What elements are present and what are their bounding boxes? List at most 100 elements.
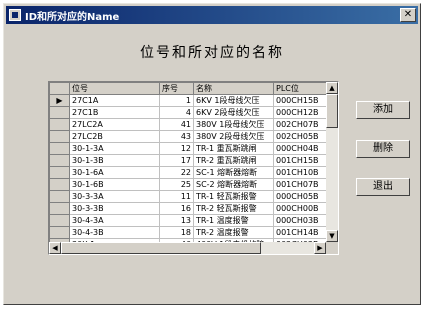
scroll-up-button[interactable]: ▲ <box>326 82 338 94</box>
horizontal-scroll-thumb[interactable] <box>61 242 261 254</box>
cell-name[interactable]: TR-2 重瓦斯跳闸 <box>193 154 274 167</box>
cell-index[interactable]: 11 <box>159 190 194 203</box>
row-selector[interactable] <box>49 154 70 167</box>
cell-tag[interactable]: 30-1-6A <box>69 166 160 179</box>
column-header-plc[interactable]: PLC位 <box>273 82 334 95</box>
title-bar[interactable]: ID和所对应的Name ✕ <box>6 6 418 24</box>
table-row[interactable]: ▶ 27C1A 1 6KV 1段母线欠压 000CH15B <box>49 94 334 107</box>
cell-tag[interactable]: 27C1A <box>69 94 160 107</box>
cell-index[interactable]: 12 <box>159 142 194 155</box>
row-selector[interactable] <box>49 106 70 119</box>
cell-tag[interactable]: 30-4-3B <box>69 226 160 239</box>
row-selector[interactable] <box>49 226 70 239</box>
scroll-left-button[interactable]: ◀ <box>49 242 61 254</box>
cell-tag[interactable]: 27C1B <box>69 106 160 119</box>
cell-name[interactable]: TR-2 轻瓦斯报警 <box>193 202 274 215</box>
row-selector[interactable] <box>49 118 70 131</box>
cell-index[interactable]: 16 <box>159 202 194 215</box>
close-button[interactable]: ✕ <box>400 8 416 22</box>
cell-tag[interactable]: 30-1-3B <box>69 154 160 167</box>
cell-name[interactable]: 380V 1段母线欠压 <box>193 118 274 131</box>
cell-tag[interactable]: 30-1-3A <box>69 142 160 155</box>
scrollbar-corner <box>326 242 338 254</box>
app-icon <box>9 9 21 21</box>
table-row[interactable]: 30-1-3B 17 TR-2 重瓦斯跳闸 001CH15B <box>49 154 334 167</box>
exit-button[interactable]: 退出 <box>356 178 410 196</box>
cell-index[interactable]: 25 <box>159 178 194 191</box>
cell-tag[interactable]: 27LC2B <box>69 130 160 143</box>
cell-plc[interactable]: 000CH15B <box>273 94 334 107</box>
cell-index[interactable]: 41 <box>159 118 194 131</box>
cell-tag[interactable]: 27LC2A <box>69 118 160 131</box>
table-row[interactable]: 27LC2A 41 380V 1段母线欠压 002CH07B <box>49 118 334 131</box>
scroll-down-button[interactable]: ▼ <box>326 230 338 242</box>
cell-index[interactable]: 1 <box>159 94 194 107</box>
column-header-tag[interactable]: 位号 <box>69 82 160 95</box>
header-row: 位号 序号 名称 PLC位 <box>49 82 334 95</box>
cell-plc[interactable]: 001CH10B <box>273 166 334 179</box>
table-row[interactable]: 30-3-3B 16 TR-2 轻瓦斯报警 000CH00B <box>49 202 334 215</box>
data-grid[interactable]: 位号 序号 名称 PLC位 ▶ 27C1A 1 6KV 1段母线欠压 000CH15B 2… <box>48 81 339 255</box>
table-row[interactable]: 27C1B 4 6KV 2段母线欠压 000CH12B <box>49 106 334 119</box>
cell-index[interactable]: 18 <box>159 226 194 239</box>
row-selector[interactable] <box>49 166 70 179</box>
cell-plc[interactable]: 002CH07B <box>273 118 334 131</box>
cell-plc[interactable]: 000CH03B <box>273 214 334 227</box>
row-selector[interactable] <box>49 214 70 227</box>
cell-plc[interactable]: 000CH12B <box>273 106 334 119</box>
row-selector[interactable]: ▶ <box>49 94 70 107</box>
cell-name[interactable]: SC-2 熔断器熔断 <box>193 178 274 191</box>
arrow-down-icon: ▼ <box>329 232 335 240</box>
column-header-index[interactable]: 序号 <box>159 82 194 95</box>
cell-index[interactable]: 17 <box>159 154 194 167</box>
cell-name[interactable]: 6KV 2段母线欠压 <box>193 106 274 119</box>
table-row[interactable]: 27LC2B 43 380V 2段母线欠压 002CH05B <box>49 130 334 143</box>
cell-name[interactable]: SC-1 熔断器熔断 <box>193 166 274 179</box>
grid-table[interactable]: 位号 序号 名称 PLC位 ▶ 27C1A 1 6KV 1段母线欠压 000CH15B 2… <box>49 82 334 251</box>
cell-plc[interactable]: 000CH00B <box>273 202 334 215</box>
table-row[interactable]: 30-3-3A 11 TR-1 轻瓦斯报警 000CH05B <box>49 190 334 203</box>
vertical-scroll-thumb[interactable] <box>326 94 338 128</box>
cell-plc[interactable]: 000CH04B <box>273 142 334 155</box>
cell-index[interactable]: 43 <box>159 130 194 143</box>
cell-name[interactable]: 6KV 1段母线欠压 <box>193 94 274 107</box>
table-row[interactable]: 30-4-3B 18 TR-2 温度报警 001CH14B <box>49 226 334 239</box>
row-selector[interactable] <box>49 178 70 191</box>
scroll-right-button[interactable]: ▶ <box>314 242 326 254</box>
row-selector[interactable] <box>49 130 70 143</box>
horizontal-scrollbar[interactable]: ◀ ▶ <box>49 242 326 254</box>
cell-tag[interactable]: 30-3-3B <box>69 202 160 215</box>
row-selector[interactable] <box>49 190 70 203</box>
cell-tag[interactable]: 30-3-3A <box>69 190 160 203</box>
current-row-icon: ▶ <box>56 96 63 105</box>
add-button[interactable]: 添加 <box>356 101 410 119</box>
cell-plc[interactable]: 001CH15B <box>273 154 334 167</box>
window-title: ID和所对应的Name <box>25 11 120 23</box>
table-row[interactable]: 30-1-6B 25 SC-2 熔断器熔断 001CH07B <box>49 178 334 191</box>
cell-tag[interactable]: 30-1-6B <box>69 178 160 191</box>
app-window: ID和所对应的Name ✕ 位号和所对应的名称 位号 序号 名称 PLC位 ▶ 2… <box>3 3 421 305</box>
table-row[interactable]: 30-1-6A 22 SC-1 熔断器熔断 001CH10B <box>49 166 334 179</box>
row-selector[interactable] <box>49 142 70 155</box>
cell-plc[interactable]: 001CH14B <box>273 226 334 239</box>
arrow-left-icon: ◀ <box>52 244 58 252</box>
cell-index[interactable]: 13 <box>159 214 194 227</box>
cell-name[interactable]: 380V 2段母线欠压 <box>193 130 274 143</box>
cell-name[interactable]: TR-1 重瓦斯跳闸 <box>193 142 274 155</box>
column-header-name[interactable]: 名称 <box>193 82 274 95</box>
arrow-right-icon: ▶ <box>317 244 323 252</box>
cell-index[interactable]: 22 <box>159 166 194 179</box>
vertical-scrollbar[interactable]: ▲ ▼ <box>326 82 338 242</box>
cell-name[interactable]: TR-2 温度报警 <box>193 226 274 239</box>
cell-index[interactable]: 4 <box>159 106 194 119</box>
cell-plc[interactable]: 000CH05B <box>273 190 334 203</box>
row-selector[interactable] <box>49 202 70 215</box>
cell-plc[interactable]: 001CH07B <box>273 178 334 191</box>
cell-name[interactable]: TR-1 温度报警 <box>193 214 274 227</box>
table-row[interactable]: 30-1-3A 12 TR-1 重瓦斯跳闸 000CH04B <box>49 142 334 155</box>
cell-name[interactable]: TR-1 轻瓦斯报警 <box>193 190 274 203</box>
cell-plc[interactable]: 002CH05B <box>273 130 334 143</box>
delete-button[interactable]: 删除 <box>356 140 410 158</box>
table-row[interactable]: 30-4-3A 13 TR-1 温度报警 000CH03B <box>49 214 334 227</box>
cell-tag[interactable]: 30-4-3A <box>69 214 160 227</box>
